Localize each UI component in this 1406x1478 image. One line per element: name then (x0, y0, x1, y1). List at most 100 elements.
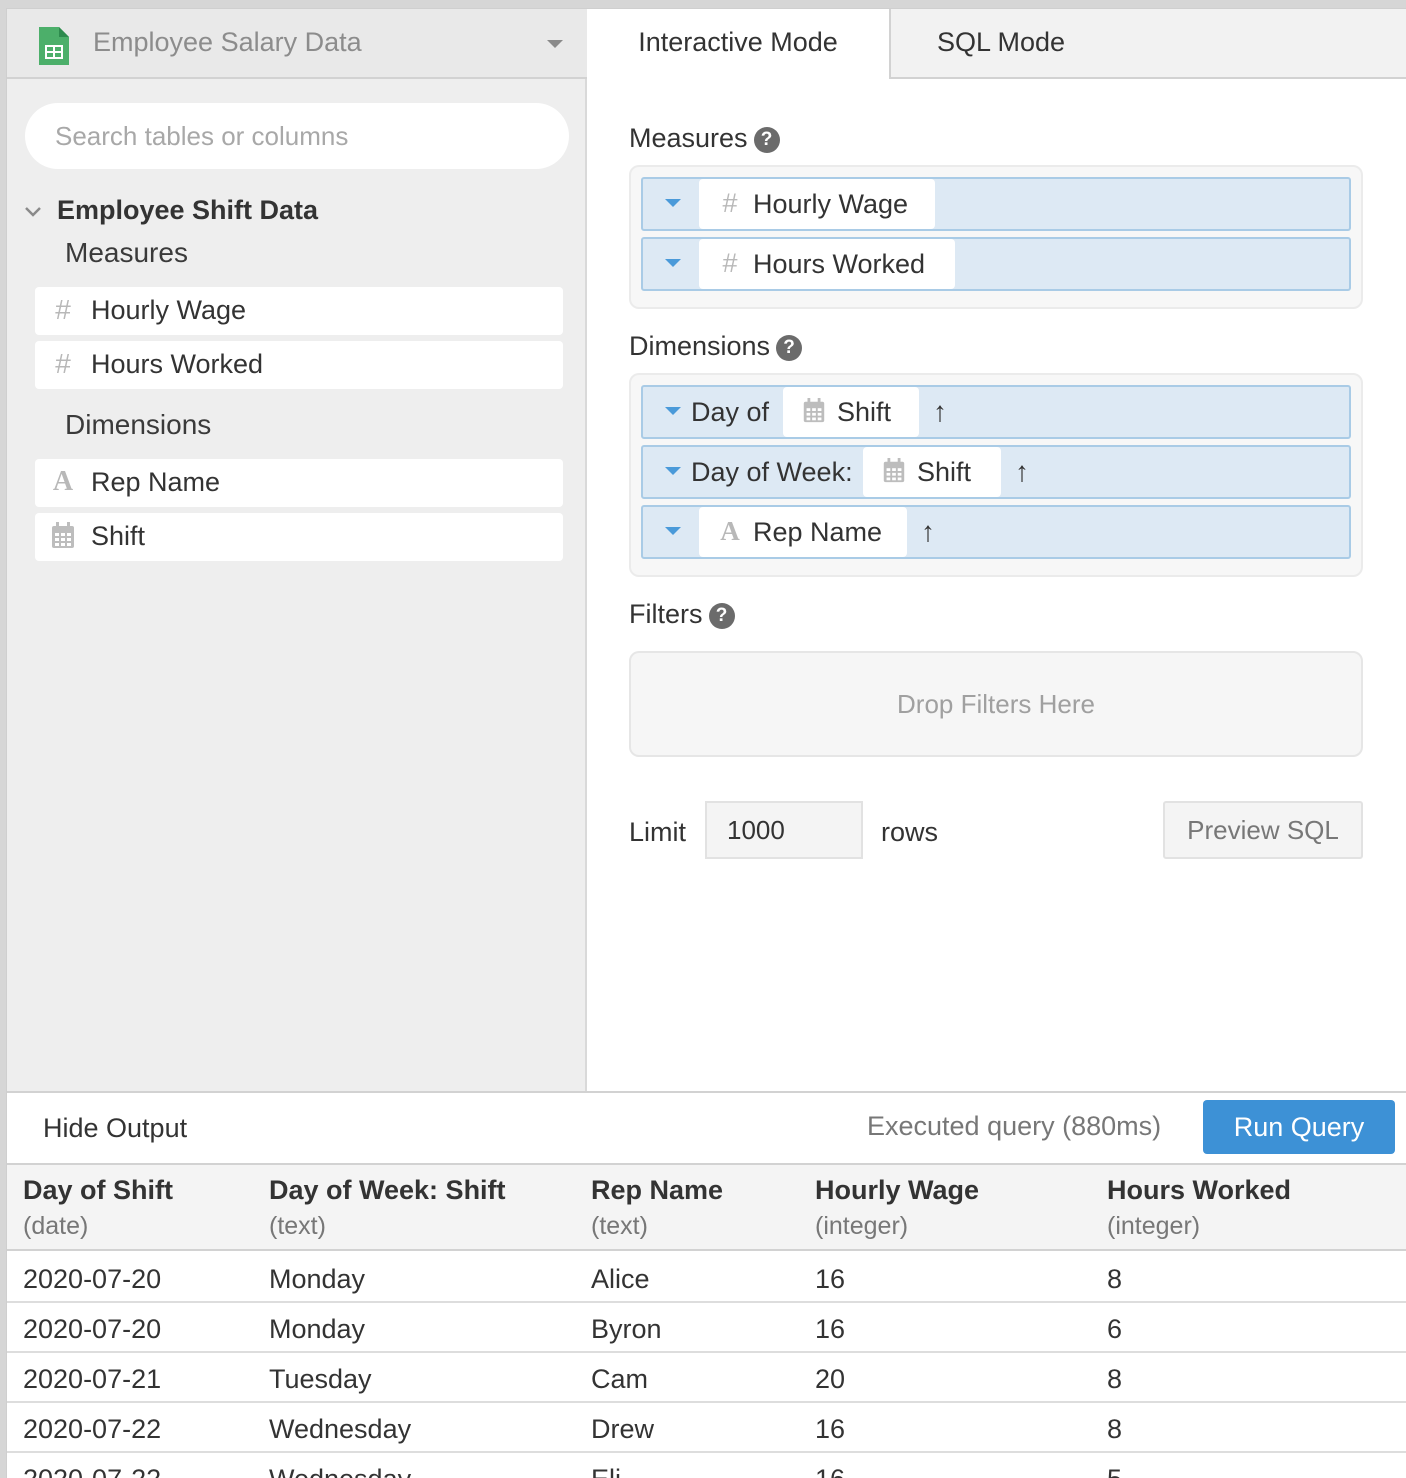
measures-section-label: Measures (65, 237, 188, 268)
table-header: Day of Shift (date) Day of Week: Shift (… (7, 1165, 1406, 1251)
caret-down-icon[interactable] (665, 199, 681, 207)
table-cell: Cam (591, 1364, 649, 1394)
field-label: Hours Worked (91, 349, 264, 379)
dimension-pill-day-of-week-shift[interactable]: Day of Week: Shift ↑ (641, 445, 1351, 499)
dimension-pill-rep-name[interactable]: A Rep Name ↑ (641, 505, 1351, 559)
measures-dropzone: # Hourly Wage # Hours Worked (629, 165, 1363, 309)
preview-sql-button[interactable]: Preview SQL (1163, 801, 1363, 859)
filters-title: Filters (629, 599, 703, 629)
table-row: 2020-07-22 Wednesday Drew 16 8 (7, 1403, 1406, 1453)
caret-down-icon[interactable] (665, 259, 681, 267)
tab-interactive-mode[interactable]: Interactive Mode (587, 9, 891, 79)
caret-down-icon[interactable] (665, 407, 681, 415)
app-frame: Employee Salary Data Employee Shift Data… (0, 0, 1406, 1478)
column-name: Hourly Wage (815, 1175, 980, 1205)
table-name[interactable]: Employee Shift Data (57, 195, 318, 226)
column-header[interactable]: Day of Shift (date) (23, 1175, 173, 1241)
help-icon[interactable]: ? (776, 335, 803, 361)
column-name: Day of Week: Shift (269, 1175, 506, 1205)
caret-down-icon[interactable] (665, 527, 681, 535)
column-type: (integer) (815, 1212, 909, 1240)
field-shift[interactable]: Shift (35, 513, 563, 561)
column-header[interactable]: Day of Week: Shift (text) (269, 1175, 506, 1241)
run-query-button[interactable]: Run Query (1203, 1100, 1395, 1154)
field-chip[interactable]: A Rep Name (699, 507, 907, 557)
measure-pill-hourly-wage[interactable]: # Hourly Wage (641, 177, 1351, 231)
table-cell: 6 (1107, 1314, 1123, 1344)
hash-icon: # (55, 348, 71, 379)
results-table: Day of Shift (date) Day of Week: Shift (… (7, 1163, 1406, 1478)
sort-ascending-icon[interactable]: ↑ (933, 396, 947, 428)
app-window: Employee Salary Data Employee Shift Data… (6, 8, 1406, 1478)
text-type-icon: A (720, 516, 740, 546)
rows-label: rows (881, 817, 939, 847)
table-cell: 16 (815, 1414, 846, 1444)
chevron-down-icon (547, 40, 563, 48)
column-header[interactable]: Rep Name (text) (591, 1175, 723, 1241)
column-type: (text) (269, 1212, 326, 1240)
chip-label: Shift (917, 457, 972, 487)
mode-tabs: Interactive Mode SQL Mode (587, 9, 1406, 79)
table-cell: Eli (591, 1464, 621, 1478)
date-part-label[interactable]: Day of (691, 397, 769, 428)
hash-icon: # (722, 188, 738, 218)
search-input[interactable] (55, 103, 545, 169)
tab-sql-mode[interactable]: SQL Mode (891, 9, 1406, 79)
query-status: Executed query (880ms) (867, 1111, 1162, 1141)
field-chip[interactable]: # Hourly Wage (699, 179, 935, 229)
limit-label: Limit (629, 817, 687, 847)
sort-ascending-icon[interactable]: ↑ (1015, 456, 1029, 488)
column-header[interactable]: Hours Worked (integer) (1107, 1175, 1291, 1241)
field-hours-worked[interactable]: # Hours Worked (35, 341, 563, 389)
field-rep-name[interactable]: A Rep Name (35, 459, 563, 507)
chip-label: Hourly Wage (753, 189, 909, 219)
measure-pill-hours-worked[interactable]: # Hours Worked (641, 237, 1351, 291)
sort-ascending-icon[interactable]: ↑ (921, 516, 935, 548)
help-icon[interactable]: ? (753, 127, 780, 153)
date-part-label[interactable]: Day of Week: (691, 457, 853, 488)
table-cell: 8 (1107, 1364, 1123, 1394)
caret-down-icon[interactable] (665, 467, 681, 475)
query-builder: Measures? # Hourly Wage # Hours Worked D… (587, 79, 1406, 1091)
search-box (25, 103, 569, 169)
field-chip[interactable]: # Hours Worked (699, 239, 955, 289)
table-cell: Tuesday (269, 1364, 372, 1394)
column-name: Hours Worked (1107, 1175, 1292, 1205)
table-cell: 2020-07-22 (23, 1414, 162, 1444)
limit-input[interactable] (705, 801, 863, 859)
table-cell: 2020-07-22 (23, 1464, 161, 1478)
table-row: 2020-07-20 Monday Alice 16 8 (7, 1253, 1406, 1303)
table-cell: 8 (1107, 1264, 1123, 1294)
dimensions-dropzone: Day of Shift ↑ Day of Week: Shift ↑ A Re… (629, 373, 1363, 577)
field-chip[interactable]: Shift (783, 387, 919, 437)
table-row: 2020-07-22 Wednesday Eli 16 5 (7, 1453, 1406, 1478)
datasource-select[interactable]: Employee Salary Data (7, 9, 587, 79)
field-chip[interactable]: Shift (863, 447, 1001, 497)
table-cell: 16 (815, 1314, 846, 1344)
table-cell: Monday (269, 1264, 366, 1294)
filters-dropzone[interactable]: Drop Filters Here (629, 651, 1363, 757)
field-hourly-wage[interactable]: # Hourly Wage (35, 287, 563, 335)
column-header[interactable]: Hourly Wage (integer) (815, 1175, 979, 1241)
field-label: Hourly Wage (91, 295, 247, 325)
help-icon[interactable]: ? (708, 603, 735, 629)
hash-icon: # (722, 248, 738, 278)
schema-panel: Employee Salary Data Employee Shift Data… (7, 9, 587, 1091)
field-label: Shift (91, 521, 146, 551)
table-cell: 2020-07-20 (23, 1314, 162, 1344)
dimensions-section-label: Dimensions (65, 409, 212, 440)
chip-label: Shift (837, 397, 892, 427)
datasource-name: Employee Salary Data (93, 27, 362, 57)
dimension-pill-day-of-shift[interactable]: Day of Shift ↑ (641, 385, 1351, 439)
table-cell: 5 (1107, 1464, 1122, 1478)
output-toolbar: Hide Output Executed query (880ms) Run Q… (7, 1091, 1406, 1163)
table-cell: 8 (1107, 1414, 1123, 1444)
table-cell: Wednesday (269, 1414, 412, 1444)
dimensions-heading: Dimensions? (629, 331, 803, 362)
measures-heading: Measures? (629, 123, 780, 154)
table-cell: Drew (591, 1414, 655, 1444)
collapse-chevron-icon[interactable] (23, 205, 43, 219)
hide-output-button[interactable]: Hide Output (43, 1113, 187, 1144)
table-row: 2020-07-20 Monday Byron 16 6 (7, 1303, 1406, 1353)
table-cell: 16 (815, 1264, 846, 1294)
